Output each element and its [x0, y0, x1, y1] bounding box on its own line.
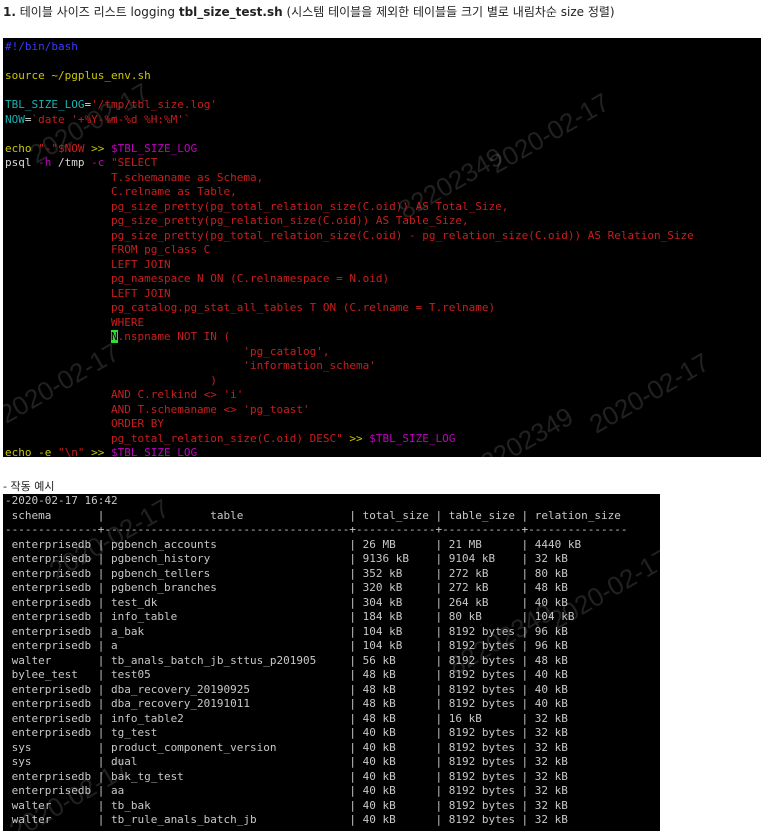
table-row: enterprisedb | pgbench_accounts | 26 MB …: [5, 537, 582, 551]
now-var-line: NOW=`date '+%Y-%m-%d %H:%M'`: [5, 112, 191, 126]
table-row: walter | tb_anals_batch_jb_sttus_p201905…: [5, 653, 568, 667]
output-separator: --------------+-------------------------…: [5, 523, 628, 536]
heading-number: 1.: [3, 5, 16, 19]
sql-line: WHERE: [110, 315, 145, 329]
table-row: bylee_test | test05 | 48 kB | 8192 bytes…: [5, 668, 568, 681]
psql-line: psql -h /tmp -c "SELECT: [5, 156, 158, 169]
output-rows: enterprisedb | pgbench_accounts | 26 MB …: [5, 538, 628, 828]
table-row: enterprisedb | info_table2 | 48 kB | 16 …: [5, 711, 568, 725]
output-header: schema | table | total_size | table_size…: [5, 508, 621, 522]
heading-script-name: tbl_size_test.sh: [178, 5, 283, 19]
post-heading: 1. 테이블 사이즈 리스트 logging tbl_size_test.sh …: [3, 4, 615, 20]
table-row: enterprisedb | pgbench_tellers | 352 kB …: [5, 566, 568, 580]
sql-line: pg_size_pretty(pg_total_relation_size(C.…: [110, 199, 509, 213]
order-expr-line: pg_total_relation_size(C.oid) DESC" >> $…: [110, 431, 456, 445]
heading-suffix: (시스템 테이블을 제외한 테이블들 크기 별로 내림차순 size 정렬): [282, 5, 615, 19]
sql-line: LEFT JOIN: [110, 286, 171, 300]
echo-newline-line: echo -e "\n" >> $TBL_SIZE_LOG: [5, 446, 198, 457]
table-row: walter | tb_rule_anals_batch_jb | 40 kB …: [5, 813, 568, 826]
heading-prefix: 테이블 사이즈 리스트 logging: [19, 5, 179, 19]
and-line: AND C.relkind <> 'i': [110, 388, 244, 401]
table-row: enterprisedb | pgbench_history | 9136 kB…: [5, 552, 568, 565]
table-row: walter | tb_bak | 40 kB | 8192 bytes | 3…: [5, 798, 568, 812]
log-var-line: TBL_SIZE_LOG='/tmp/tbl_size.log': [5, 98, 217, 111]
table-row: enterprisedb | pgbench_branches | 320 kB…: [5, 581, 568, 594]
table-row: sys | product_component_version | 40 kB …: [5, 740, 568, 754]
output-timestamp: -2020-02-17 16:42: [5, 494, 118, 507]
shebang-line: #!/bin/bash: [5, 40, 78, 53]
table-row: enterprisedb | aa | 40 kB | 8192 bytes |…: [5, 784, 568, 797]
table-row: enterprisedb | dba_recovery_20190925 | 4…: [5, 682, 568, 696]
sql-line: pg_namespace N ON (C.relnamespace = N.oi…: [110, 272, 390, 285]
table-row: sys | dual | 40 kB | 8192 bytes | 32 kB: [5, 755, 568, 768]
output-terminal: 2020-02-17 2020-02-17 82202349 2020-02-1…: [3, 494, 660, 831]
sql-line: C.relname as Table,: [110, 185, 237, 198]
source-line: source ~/pgplus_env.sh: [5, 69, 151, 82]
table-row: enterprisedb | test_dk | 304 kB | 264 kB…: [5, 595, 568, 609]
in-list-line: 'pg_catalog',: [243, 344, 330, 358]
table-row: enterprisedb | info_table | 184 kB | 80 …: [5, 610, 575, 623]
order-by-line: ORDER BY: [110, 417, 164, 430]
sql-line: pg_size_pretty(pg_relation_size(C.oid)) …: [110, 214, 469, 227]
text-cursor: N: [110, 330, 118, 343]
table-row: enterprisedb | a_bak | 104 kB | 8192 byt…: [5, 624, 568, 638]
example-label: - 작동 예시: [3, 480, 55, 493]
table-row: enterprisedb | tg_test | 40 kB | 8192 by…: [5, 726, 568, 739]
sql-line: T.schemaname as Schema,: [110, 170, 264, 184]
sql-line: LEFT JOIN: [110, 257, 171, 271]
table-row: enterprisedb | a | 104 kB | 8192 bytes |…: [5, 639, 568, 652]
output-text: -2020-02-17 16:42 schema | table | total…: [5, 494, 628, 828]
where-line: N.nspname NOT IN (: [110, 330, 231, 343]
and-line: AND T.schemaname <> 'pg_toast': [110, 402, 310, 416]
sql-line: pg_catalog.pg_stat_all_tables T ON (C.re…: [110, 301, 496, 314]
table-row: enterprisedb | dba_recovery_20191011 | 4…: [5, 697, 568, 710]
echo-now-line: echo "-"$NOW >> $TBL_SIZE_LOG: [5, 141, 198, 155]
script-terminal: 2020-02-17 2020-02-17 82202349 2020-02-1…: [3, 38, 761, 457]
script-code: #!/bin/bash source ~/pgplus_env.sh TBL_S…: [5, 40, 694, 457]
sql-line: FROM pg_class C: [110, 243, 211, 256]
sql-line: pg_size_pretty(pg_total_relation_size(C.…: [110, 228, 694, 242]
table-row: enterprisedb | bak_tg_test | 40 kB | 819…: [5, 769, 568, 783]
in-list-line: 'information_schema': [243, 359, 376, 372]
close-paren-line: ): [210, 373, 217, 387]
